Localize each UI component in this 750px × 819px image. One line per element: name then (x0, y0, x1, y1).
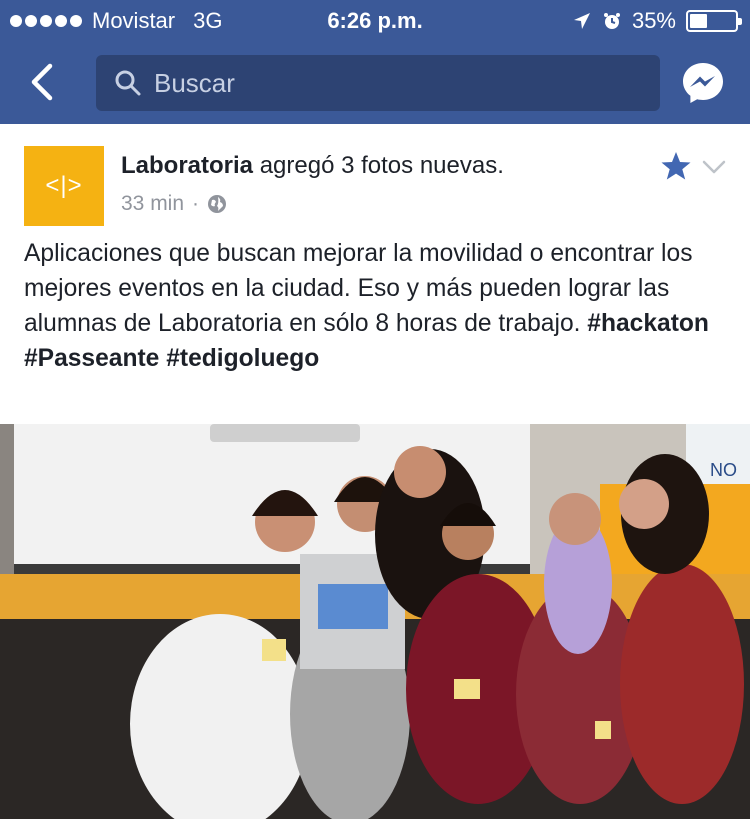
post-action-text: agregó 3 fotos nuevas. (253, 152, 504, 179)
logo-text: <|> (45, 172, 83, 199)
star-icon[interactable] (660, 150, 692, 182)
messenger-icon[interactable] (680, 60, 726, 106)
post-headline: Laboratoria agregó 3 fotos nuevas. (121, 152, 504, 180)
hashtag-link[interactable]: #Passeante (24, 345, 159, 372)
post-body: Aplicaciones que buscan mejorar la movil… (24, 236, 734, 376)
globe-icon (208, 195, 227, 213)
battery-icon (686, 10, 742, 32)
search-placeholder: Buscar (154, 67, 235, 98)
post-photo[interactable]: NO (0, 424, 750, 819)
page-name-link[interactable]: Laboratoria (121, 152, 253, 179)
post-header: <|> Laboratoria agregó 3 fotos nuevas. 3… (0, 124, 750, 234)
meta-separator: · (192, 192, 200, 215)
search-input[interactable]: Buscar (96, 55, 660, 111)
photo-sign-text: NO (710, 460, 737, 480)
chevron-down-icon[interactable] (701, 154, 727, 180)
location-arrow-icon (573, 13, 590, 29)
post-timestamp[interactable]: 33 min (121, 192, 184, 216)
back-arrow-icon[interactable] (22, 60, 66, 104)
hashtag-link[interactable]: #hackaton (587, 310, 709, 337)
page-logo[interactable]: <|> (24, 146, 104, 226)
hashtag-link[interactable]: #tedigoluego (166, 345, 319, 372)
search-icon (115, 70, 141, 96)
status-bar: Movistar 3G 6:26 p.m. 35% (0, 0, 750, 40)
post-meta: 33 min · (121, 192, 227, 216)
navigation-bar: Buscar (0, 40, 750, 124)
battery-percent: 35% (631, 8, 676, 33)
alarm-icon (603, 13, 620, 29)
